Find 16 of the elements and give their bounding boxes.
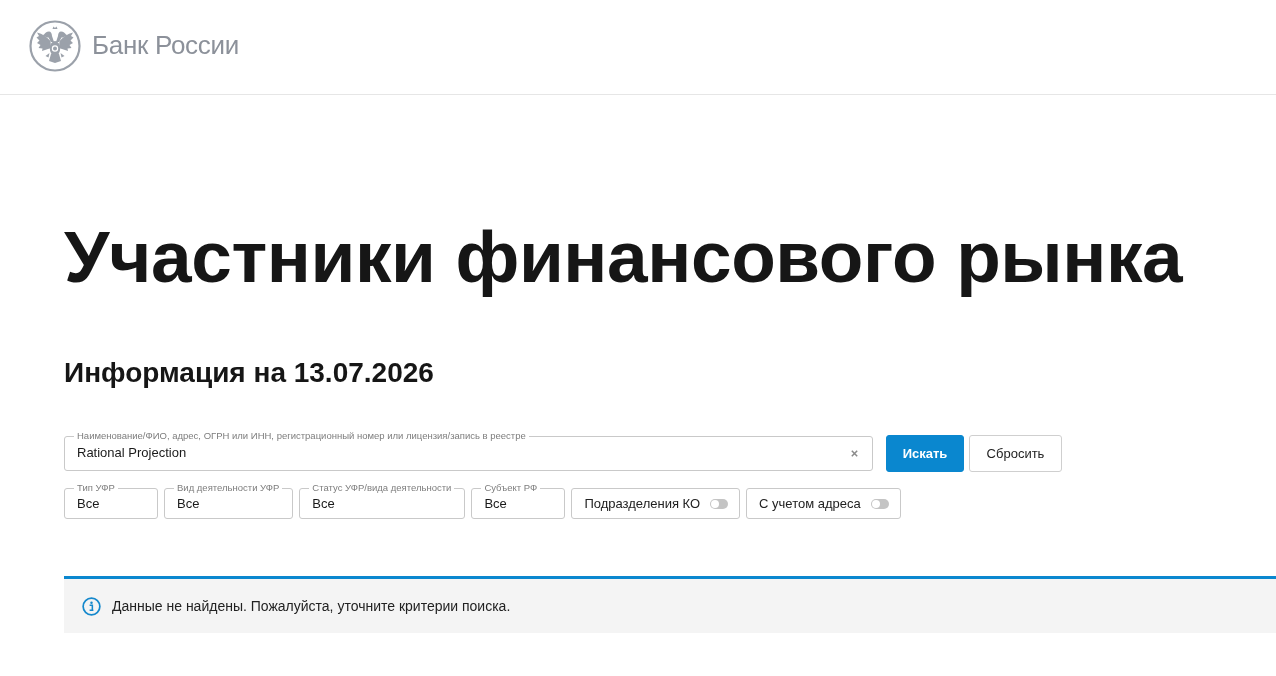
field-label: Статус УФР/вида деятельности	[309, 482, 455, 494]
notice-text: Данные не найдены. Пожалуйста, уточните критерии поиска.	[112, 598, 511, 614]
info-icon	[82, 596, 101, 616]
field-label: Наименование/ФИО, адрес, ОГРН или ИНН, регистрационный номер или лицензия/запись в реестре	[74, 430, 529, 442]
field-label: Тип УФР	[74, 482, 118, 494]
reset-button[interactable]: Сбросить	[969, 435, 1062, 472]
filter-toggle[interactable]: С учетом адреса	[746, 488, 901, 519]
info-date: Информация на 13.07.2026	[64, 356, 434, 390]
field-label: Вид деятельности УФР	[174, 482, 283, 494]
search-button[interactable]: Искать	[886, 435, 964, 472]
filter-toggle[interactable]: Подразделения КО	[571, 488, 741, 519]
page-title: Участники финансового рынка	[64, 215, 1183, 299]
field-label: Субъект РФ	[481, 482, 541, 494]
logo-text: Банк России	[92, 30, 239, 61]
clear-icon[interactable]	[851, 449, 858, 457]
eagle-emblem-icon	[29, 19, 81, 72]
